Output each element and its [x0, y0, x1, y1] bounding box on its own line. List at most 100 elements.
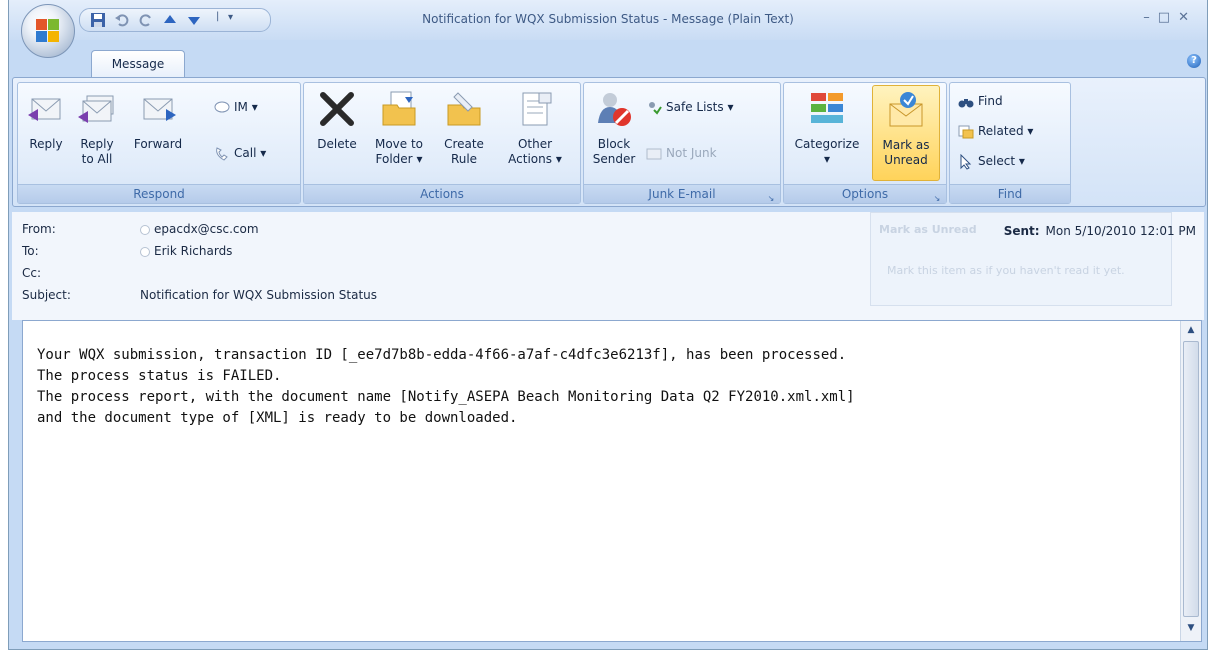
create-rule-label-line2: Rule — [450, 152, 478, 166]
call-button[interactable]: Call ▾ — [214, 143, 266, 163]
chevron-down-icon: ▾ — [727, 100, 734, 114]
im-icon — [214, 101, 230, 112]
outlook-message-window: | ▾ Notification for WQX Submission Stat… — [8, 0, 1208, 650]
delete-icon — [320, 92, 354, 126]
chevron-down-icon: ▾ — [260, 146, 267, 160]
message-header: Mark as Unread Mark this item as if you … — [12, 212, 1204, 320]
to-label: To: — [22, 244, 39, 258]
presence-icon — [140, 246, 150, 257]
find-button[interactable]: Find — [958, 91, 1003, 111]
binoculars-icon — [958, 98, 974, 107]
chevron-down-icon: ▾ — [823, 152, 831, 166]
move-label-line2: Folder ▾ — [375, 152, 423, 166]
im-label: IM — [234, 100, 248, 114]
presence-icon — [140, 224, 150, 235]
subject-value: Notification for WQX Submission Status — [140, 288, 378, 302]
select-button[interactable]: Select ▾ — [958, 151, 1025, 171]
reply-button[interactable]: Reply — [24, 89, 68, 152]
close-icon[interactable]: ✕ — [1178, 10, 1197, 25]
mark-as-unread-label-line1: Mark as — [882, 138, 930, 152]
cursor-icon — [960, 153, 972, 170]
from-field[interactable]: epacdx@csc.com — [140, 222, 259, 236]
message-text: Your WQX submission, transaction ID [_ee… — [37, 347, 855, 426]
not-junk-label: Not Junk — [666, 146, 717, 160]
categorize-label: Categorize — [794, 137, 860, 151]
tab-message[interactable]: Message — [91, 50, 185, 77]
window-controls: –□✕ — [1143, 10, 1197, 25]
create-rule-button[interactable]: Create Rule — [436, 89, 492, 167]
group-options: Categorize ▾ Mark as Unread Options ↘ — [783, 82, 947, 204]
block-sender-button[interactable]: Block Sender — [588, 89, 640, 167]
phone-icon — [216, 146, 228, 161]
move-to-folder-button[interactable]: Move to Folder ▾ — [368, 89, 430, 167]
scroll-up-icon[interactable]: ▲ — [1185, 325, 1197, 337]
message-body[interactable]: Your WQX submission, transaction ID [_ee… — [22, 320, 1202, 642]
cc-label: Cc: — [22, 266, 42, 280]
group-junk-email: Block Sender Safe Lists ▾ Not Junk Junk … — [583, 82, 781, 204]
group-label-respond: Respond — [18, 184, 300, 203]
other-actions-label-line2: Actions ▾ — [508, 152, 562, 166]
mark-as-unread-button[interactable]: Mark as Unread — [872, 85, 940, 181]
find-label: Find — [978, 94, 1003, 108]
maximize-icon[interactable]: □ — [1158, 10, 1178, 25]
group-actions: Delete Move to Folder ▾ Create Rule Othe… — [303, 82, 581, 204]
safe-lists-button[interactable]: Safe Lists ▾ — [646, 97, 733, 117]
scroll-thumb[interactable] — [1183, 341, 1199, 617]
related-button[interactable]: Related ▾ — [958, 121, 1033, 141]
group-label-actions: Actions — [304, 184, 580, 203]
forward-label: Forward — [133, 137, 183, 151]
select-label: Select — [978, 154, 1016, 168]
dialog-launcher-icon[interactable]: ↘ — [932, 190, 942, 203]
other-actions-button[interactable]: Other Actions ▾ — [500, 89, 570, 167]
tooltip-text: Mark this item as if you haven't read it… — [887, 264, 1125, 277]
tooltip-title: Mark as Unread — [879, 223, 977, 236]
other-actions-label-line1: Other — [517, 137, 553, 151]
chevron-down-icon: ▾ — [251, 100, 258, 114]
chevron-down-icon: ▾ — [1018, 154, 1025, 168]
im-button[interactable]: IM ▾ — [214, 97, 258, 117]
vertical-scrollbar[interactable]: ▲ ▼ — [1180, 321, 1201, 641]
delete-button[interactable]: Delete — [312, 89, 362, 152]
block-sender-icon — [598, 93, 631, 126]
reply-all-button[interactable]: Reply to All — [72, 89, 122, 167]
move-label-line1: Move to — [374, 137, 424, 151]
ribbon-tab-row: Message ? — [9, 40, 1207, 78]
reply-all-label-line2: to All — [81, 152, 113, 166]
reply-label: Reply — [29, 137, 63, 151]
block-sender-label-line1: Block — [597, 137, 631, 151]
forward-icon — [143, 98, 176, 121]
group-label-options: Options ↘ — [784, 184, 946, 203]
safe-lists-label: Safe Lists — [666, 100, 724, 114]
mark-as-unread-label-line2: Unread — [884, 153, 928, 167]
call-label: Call — [234, 146, 257, 160]
group-label-junk-email: Junk E-mail ↘ — [584, 184, 780, 203]
categorize-icon — [811, 93, 843, 123]
sent-label: Sent: — [1003, 224, 1040, 238]
reply-icon — [28, 98, 61, 121]
sent-value: Mon 5/10/2010 12:01 PM — [1045, 224, 1196, 238]
group-respond: Reply Reply to All Forward IM ▾ Call ▾ R… — [17, 82, 301, 204]
from-label: From: — [22, 222, 56, 236]
window-title: Notification for WQX Submission Status -… — [422, 12, 794, 26]
other-actions-icon — [522, 92, 552, 126]
office-button[interactable] — [21, 4, 75, 58]
not-junk-button[interactable]: Not Junk — [646, 143, 717, 163]
mark-as-unread-icon — [889, 92, 923, 127]
not-junk-icon — [646, 148, 662, 159]
safe-lists-icon — [649, 101, 662, 115]
help-icon[interactable]: ? — [1187, 54, 1201, 68]
sent-info: Sent: Mon 5/10/2010 12:01 PM — [1004, 224, 1196, 238]
forward-button[interactable]: Forward — [128, 89, 188, 152]
dialog-launcher-icon[interactable]: ↘ — [766, 190, 776, 203]
reply-all-icon — [78, 95, 114, 123]
to-field[interactable]: Erik Richards — [140, 244, 232, 258]
chevron-down-icon: ▾ — [1027, 124, 1034, 138]
reply-all-label-line1: Reply — [80, 137, 114, 151]
scroll-down-icon[interactable]: ▼ — [1185, 623, 1197, 635]
title-bar: | ▾ Notification for WQX Submission Stat… — [9, 0, 1207, 40]
categorize-button[interactable]: Categorize ▾ — [790, 89, 864, 167]
group-find: Find Related ▾ Select ▾ Find — [949, 82, 1071, 204]
create-rule-icon — [447, 92, 481, 126]
related-label: Related — [978, 124, 1024, 138]
minimize-icon[interactable]: – — [1143, 10, 1158, 25]
